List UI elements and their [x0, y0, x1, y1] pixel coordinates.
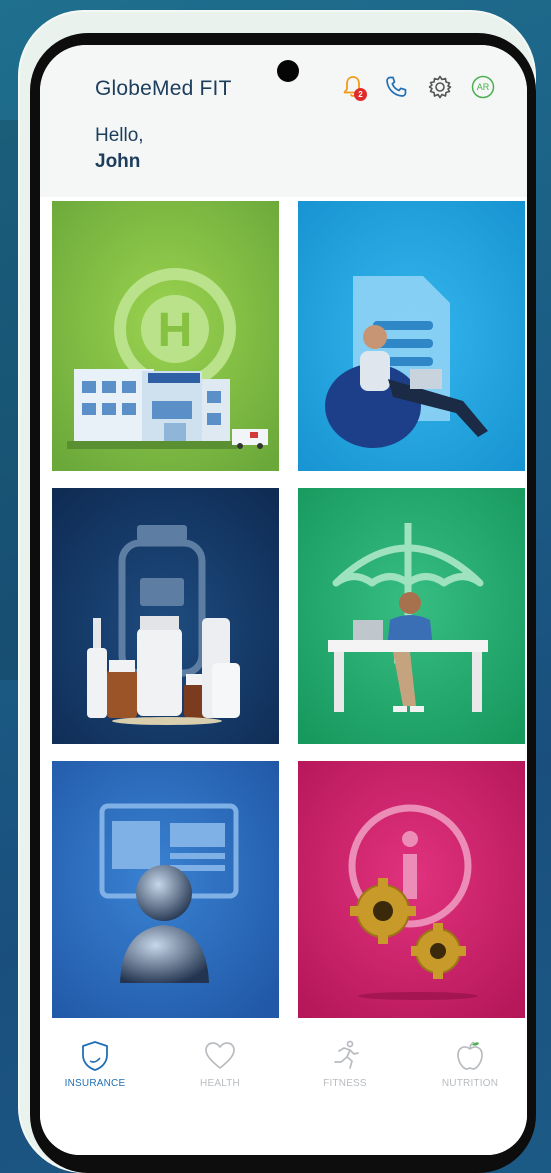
medications-illustration [52, 488, 279, 744]
nav-item-fitness[interactable]: FITNESS [290, 1030, 400, 1090]
nav-item-insurance[interactable]: INSURANCE [40, 1030, 150, 1090]
app-screen: GlobeMed FIT Hello, John 2 AR H INSURANC… [40, 45, 527, 1155]
language-toggle[interactable]: AR [470, 74, 498, 102]
tile-medications[interactable] [52, 488, 279, 744]
svg-text:H: H [158, 304, 193, 357]
tile-documents[interactable] [298, 201, 525, 471]
tile-info-settings[interactable] [298, 761, 525, 1018]
greeting-text: Hello, [95, 125, 144, 146]
nav-item-nutrition[interactable]: NUTRITION [415, 1030, 525, 1090]
hospital-illustration: H [52, 201, 279, 471]
coverage-illustration [298, 488, 525, 744]
apple-icon [457, 1041, 483, 1070]
phone-icon [386, 76, 407, 97]
notifications-button[interactable]: 2 [340, 74, 368, 102]
runner-icon [334, 1040, 359, 1069]
nav-label-nutrition: NUTRITION [441, 1078, 499, 1089]
documents-illustration [298, 201, 525, 471]
tile-coverage[interactable] [298, 488, 525, 744]
nav-label-fitness: FITNESS [323, 1078, 367, 1089]
nav-label-insurance: INSURANCE [64, 1078, 126, 1089]
notification-badge: 2 [354, 88, 367, 101]
tile-profile[interactable] [52, 761, 279, 1018]
front-camera [277, 60, 299, 82]
tile-hospital[interactable]: H [52, 201, 279, 471]
language-label: AR [476, 82, 490, 92]
nav-label-health: HEALTH [200, 1078, 240, 1089]
info-gears-illustration [298, 761, 525, 1018]
user-name: John [95, 151, 141, 172]
shield-icon [82, 1041, 108, 1071]
profile-illustration [52, 761, 279, 1018]
call-button[interactable] [383, 74, 411, 102]
settings-button[interactable] [427, 74, 455, 102]
nav-item-health[interactable]: HEALTH [165, 1030, 275, 1090]
heart-icon [205, 1042, 235, 1069]
gear-icon [428, 75, 452, 99]
bottom-navigation: INSURANCE HEALTH FITNESS NUTRITION [40, 1020, 527, 1155]
app-title: GlobeMed FIT [95, 77, 232, 100]
